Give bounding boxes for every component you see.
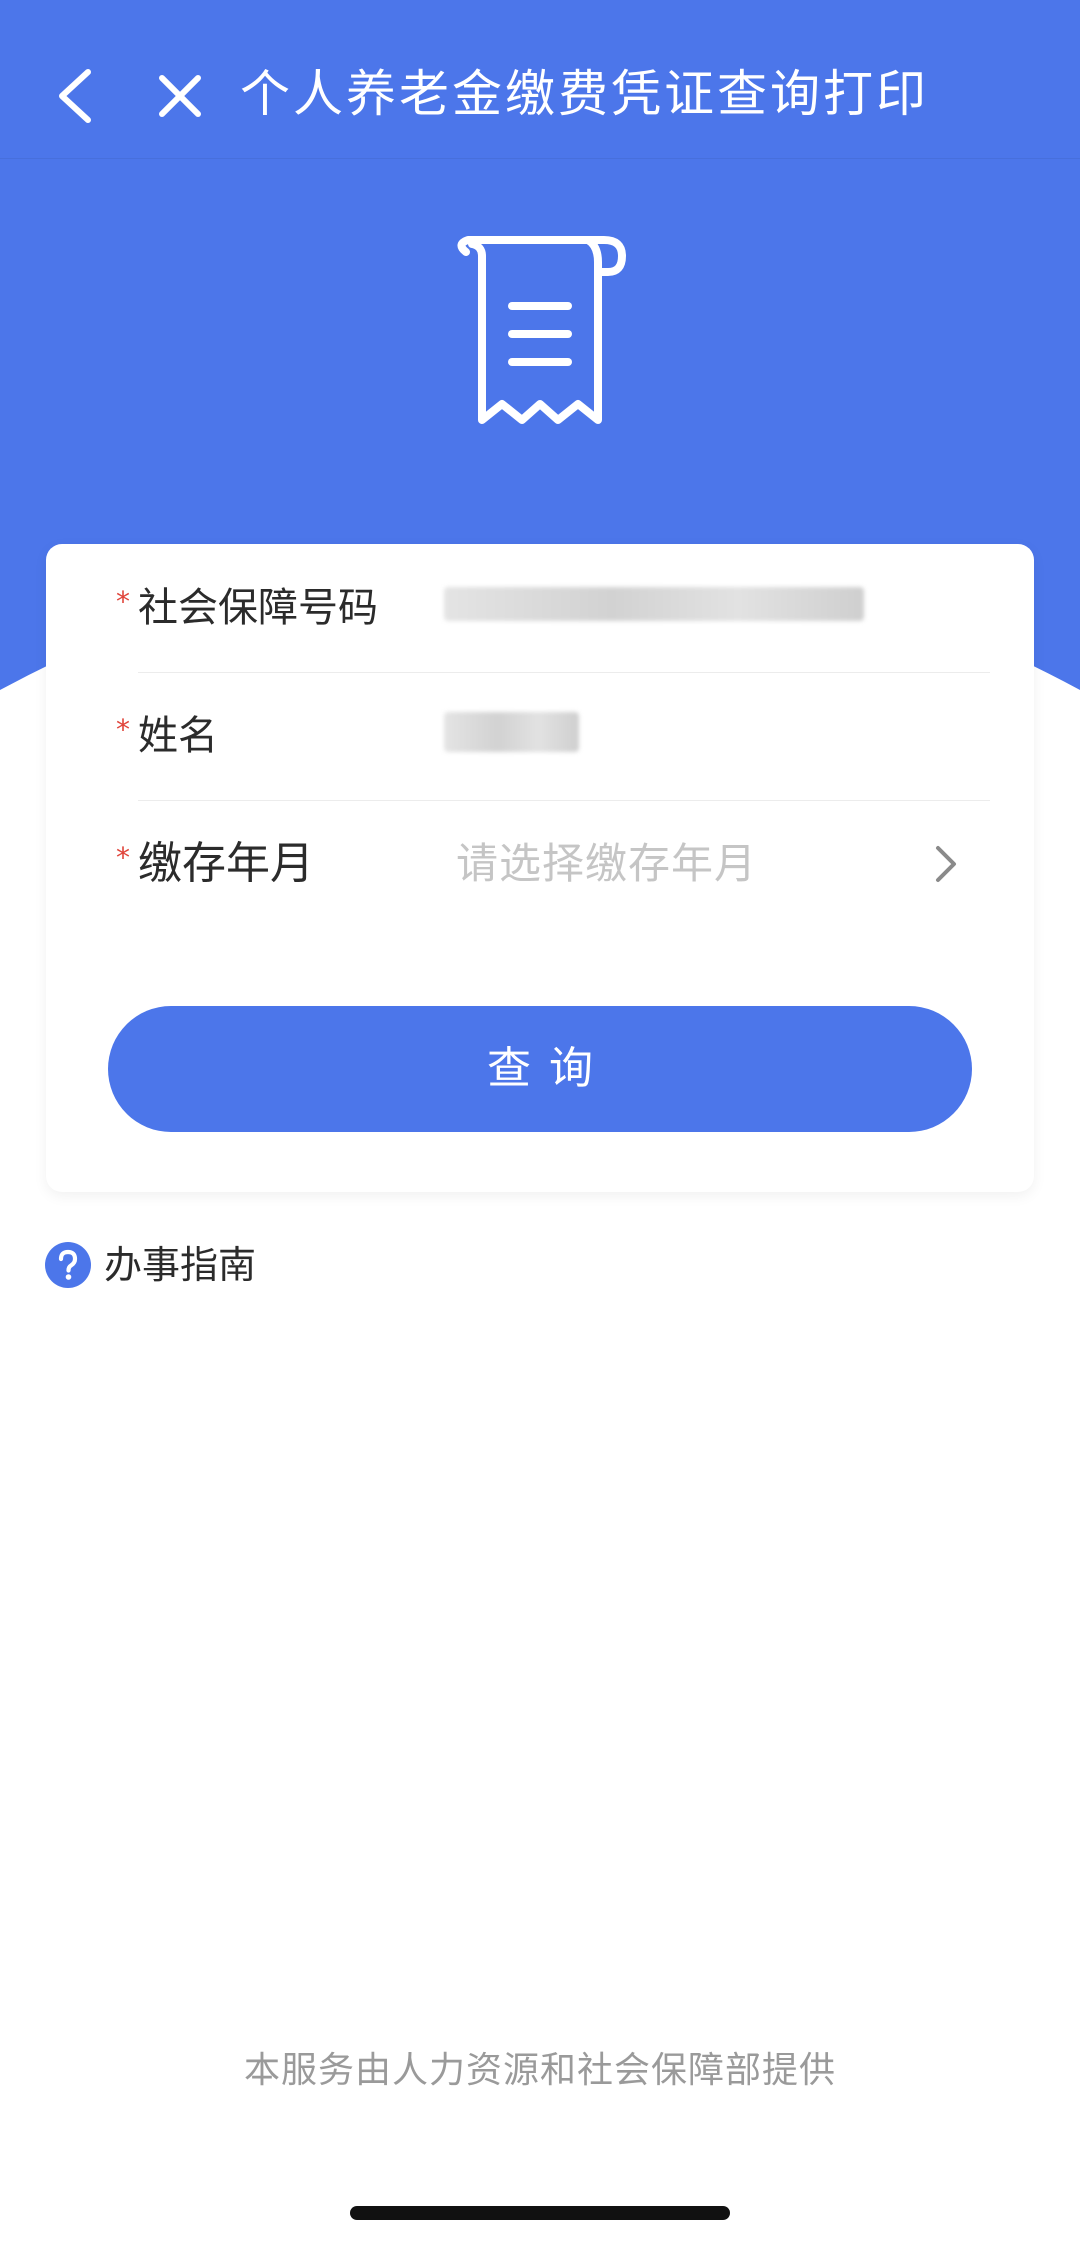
- required-mark: *: [116, 585, 130, 618]
- query-button[interactable]: 查询: [108, 1006, 972, 1132]
- name-value-blurred[interactable]: [444, 712, 579, 752]
- close-icon[interactable]: [150, 66, 210, 126]
- home-indicator[interactable]: [350, 2206, 730, 2220]
- pay-month-row[interactable]: * 缴存年月 请选择缴存年月: [46, 800, 1034, 928]
- pay-month-placeholder: 请选择缴存年月: [456, 839, 758, 888]
- footer-provider-text: 本服务由人力资源和社会保障部提供: [243, 2050, 836, 2091]
- ssn-row[interactable]: * 社会保障号码: [46, 544, 1034, 672]
- name-row[interactable]: * 姓名: [46, 672, 1034, 800]
- receipt-icon: [457, 236, 626, 424]
- help-icon: [45, 1242, 91, 1288]
- ssn-value-blurred[interactable]: [444, 587, 864, 621]
- chevron-right-icon: [936, 846, 956, 882]
- pay-month-label: 缴存年月: [138, 838, 314, 889]
- required-mark: *: [116, 841, 130, 874]
- page-title: 个人养老金缴费凭证查询打印: [240, 65, 929, 123]
- pay-month-picker[interactable]: 请选择缴存年月: [456, 800, 996, 928]
- name-label: 姓名: [138, 713, 218, 759]
- nav-bar: 个人养老金缴费凭证查询打印: [0, 0, 1080, 159]
- query-form-card: * 社会保障号码 * 姓名 * 缴存年月 请选择缴存年月 查询: [46, 544, 1034, 1192]
- ssn-label: 社会保障号码: [138, 585, 378, 631]
- required-mark: *: [116, 713, 130, 746]
- service-guide-label: 办事指南: [104, 1243, 257, 1287]
- chevron-left-icon[interactable]: [48, 60, 104, 132]
